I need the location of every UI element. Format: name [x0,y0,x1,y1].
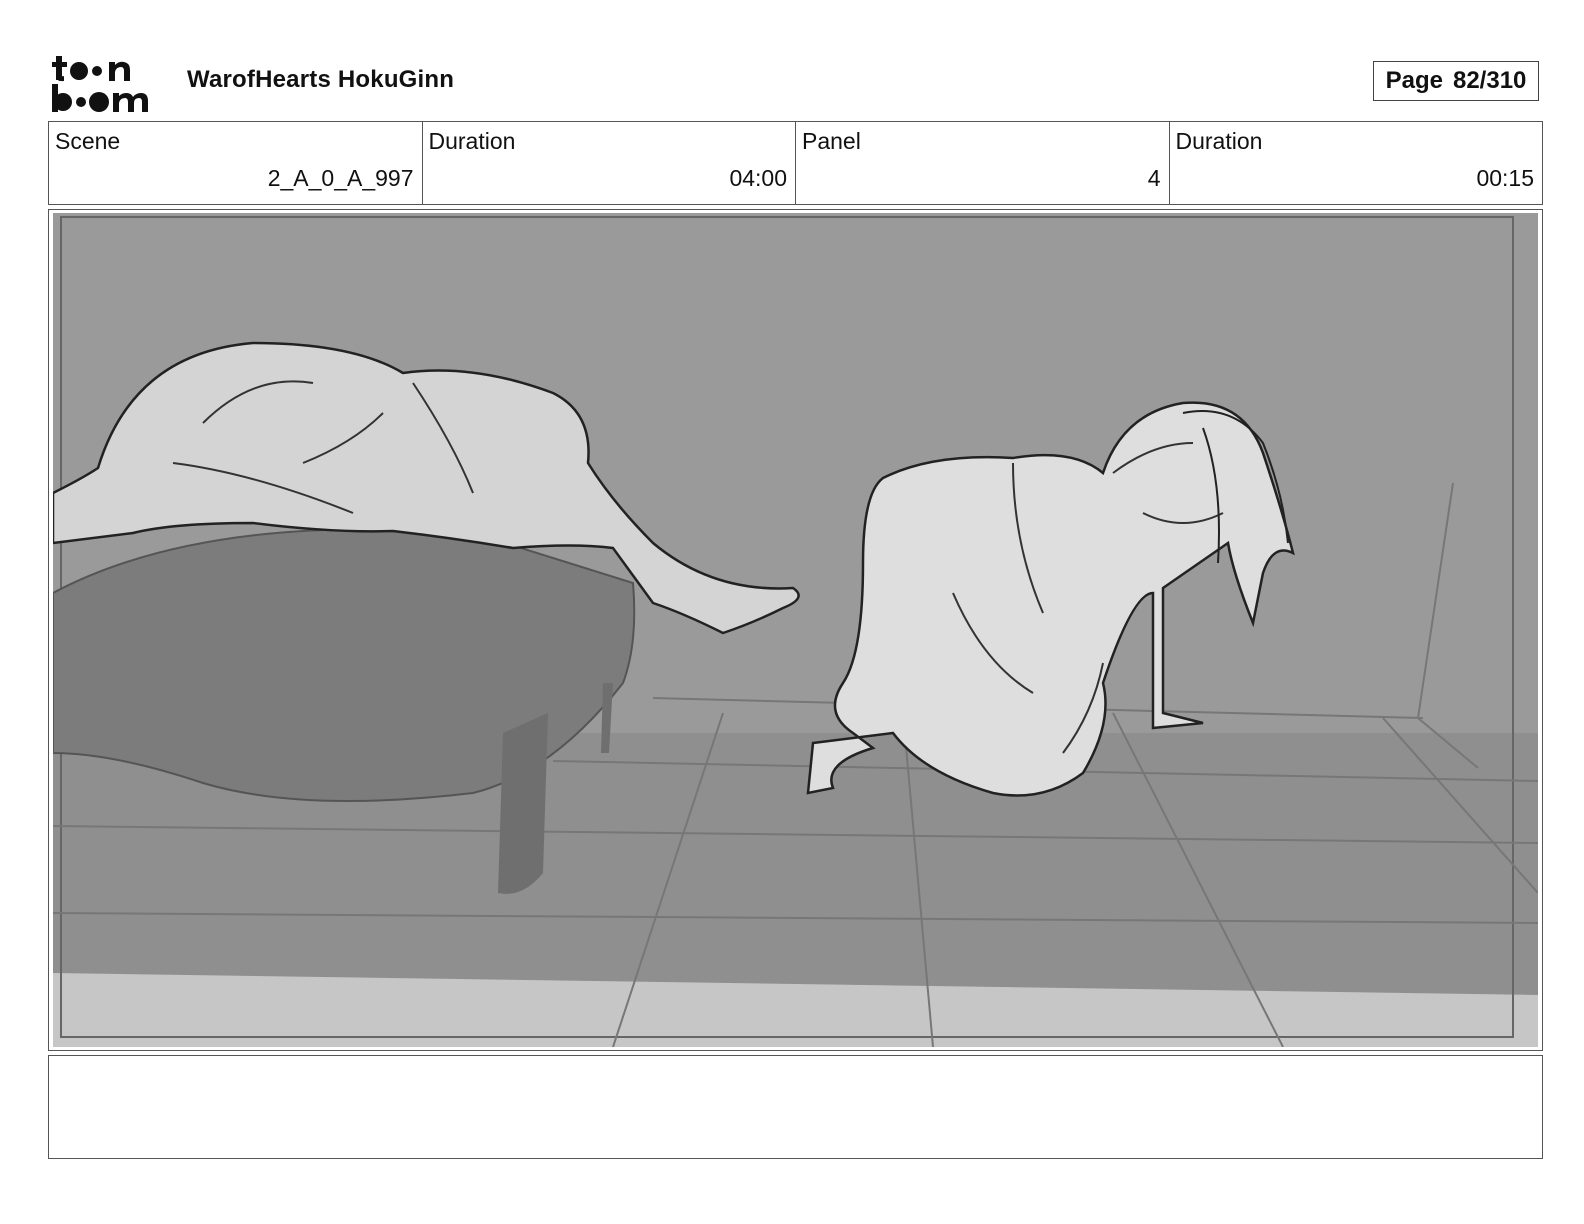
panel-duration-label: Duration [1175,128,1263,154]
page-indicator: Page 82/310 [1373,61,1539,101]
storyboard-panel [48,209,1543,1051]
scene-duration-label: Duration [428,128,516,154]
panel-cell: Panel 4 [796,122,1170,204]
panel-duration-cell: Duration 00:15 [1170,122,1543,204]
scene-info-table: Scene 2_A_0_A_997 Duration 04:00 Panel 4… [48,121,1543,205]
scene-label: Scene [55,128,121,154]
toon-boom-logo [52,56,148,112]
bed-leg [498,713,548,894]
page-label: Page [1385,67,1443,94]
scene-duration-value: 04:00 [729,165,787,191]
panel-notes-box [48,1055,1543,1159]
project-title: WarofHearts HokuGinn [187,66,455,93]
panel-label: Panel [802,128,861,154]
panel-sketch [53,213,1538,1047]
scene-cell: Scene 2_A_0_A_997 [49,122,423,204]
panel-value: 4 [1147,165,1161,191]
scene-duration-cell: Duration 04:00 [423,122,796,204]
panel-duration-value: 00:15 [1476,165,1534,191]
scene-value: 2_A_0_A_997 [267,165,414,191]
page-number: 82/310 [1452,67,1527,94]
